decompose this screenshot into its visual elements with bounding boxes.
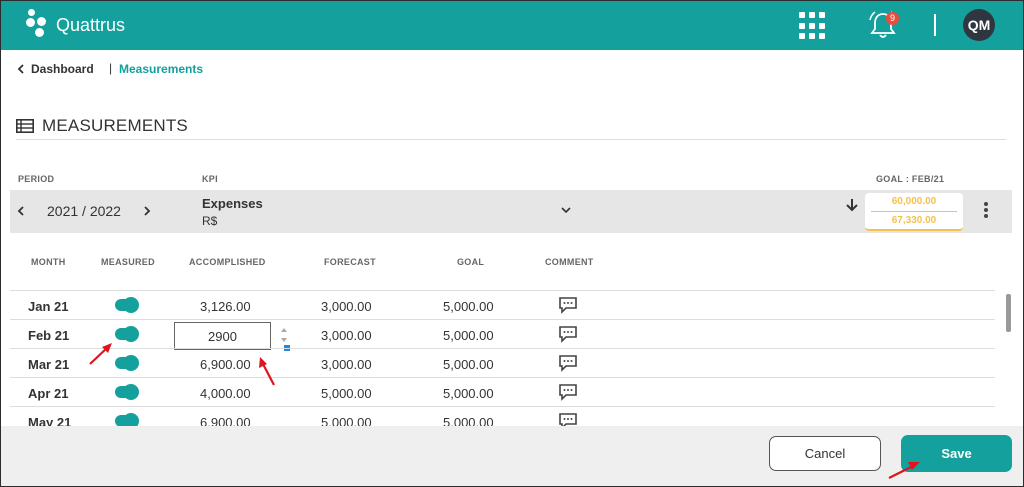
- screenshot-border: [0, 0, 1024, 487]
